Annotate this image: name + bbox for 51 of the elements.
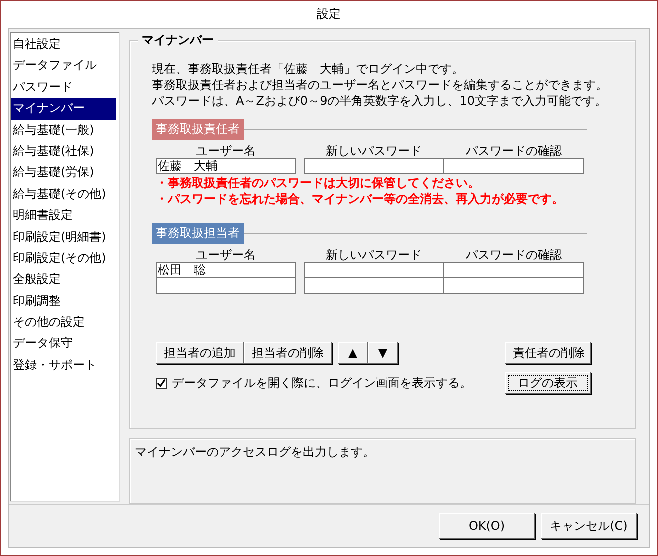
- column-header: ユーザー名: [195, 247, 257, 262]
- sidebar-item[interactable]: 給与基礎(一般): [11, 120, 119, 141]
- input-field[interactable]: [444, 262, 584, 278]
- sidebar-item[interactable]: 全般設定: [11, 269, 119, 291]
- section-title: 事務取扱担当者: [152, 223, 244, 244]
- input-field[interactable]: [444, 158, 584, 174]
- group-title: マイナンバー: [138, 32, 218, 49]
- input-field[interactable]: [304, 278, 444, 294]
- sidebar-item[interactable]: 給与基礎(労保): [11, 162, 119, 184]
- column-header: パスワードの確認: [465, 247, 563, 262]
- staff-button[interactable]: 担当者の削除: [244, 342, 332, 364]
- column-header: ユーザー名: [195, 143, 257, 158]
- dialog-button[interactable]: OK(O): [439, 513, 535, 539]
- info-text: 現在、事務取扱責任者「佐藤 大輔」でログイン中です。: [152, 61, 465, 77]
- warning-text: ・事務取扱責任者のパスワードは大切に保管してください。: [156, 175, 481, 191]
- input-field[interactable]: 松田 聡: [156, 262, 296, 278]
- sidebar-item[interactable]: 登録・サポート: [11, 354, 119, 376]
- sidebar-item[interactable]: 明細書設定: [11, 205, 119, 227]
- sidebar-item[interactable]: 印刷設定(その他): [11, 248, 119, 270]
- input-field[interactable]: 佐藤 大輔: [156, 158, 296, 174]
- sidebar-item[interactable]: マイナンバー: [11, 98, 116, 120]
- info-text: パスワードは、A～Zおよび0～9の半角英数字を入力し、10文字まで入力可能です。: [152, 93, 608, 109]
- input-field[interactable]: [304, 158, 444, 174]
- sidebar-item[interactable]: データファイル: [11, 55, 119, 77]
- column-header: 新しいパスワード: [325, 143, 423, 158]
- description-text: マイナンバーのアクセスログを出力します。: [135, 445, 375, 459]
- section-title: 事務取扱責任者: [152, 119, 244, 140]
- log-button[interactable]: ログの表示: [505, 372, 591, 394]
- sidebar-item[interactable]: その他の設定: [11, 312, 119, 334]
- sidebar-item[interactable]: 印刷調整: [11, 290, 119, 312]
- input-field[interactable]: [304, 262, 444, 278]
- sidebar-item[interactable]: パスワード: [11, 76, 119, 98]
- delete-button[interactable]: 責任者の削除: [505, 342, 591, 364]
- checkbox[interactable]: [156, 378, 167, 388]
- move-button[interactable]: ▲: [338, 342, 368, 364]
- column-header: 新しいパスワード: [325, 247, 423, 262]
- warning-text: ・パスワードを忘れた場合、マイナンバー等の全消去、再入力が必要です。: [156, 191, 565, 207]
- sidebar-item[interactable]: 給与基礎(社保): [11, 140, 119, 162]
- info-text: 事務取扱責任者および担当者のユーザー名とパスワードを編集することができます。: [152, 77, 609, 93]
- staff-button[interactable]: 担当者の追加: [156, 342, 244, 364]
- move-button[interactable]: ▼: [368, 342, 398, 364]
- checkbox-label: データファイルを開く際に、ログイン画面を表示する。: [172, 374, 472, 392]
- sidebar-item[interactable]: 自社設定: [11, 34, 119, 56]
- dialog-button[interactable]: キャンセル(C): [541, 513, 637, 539]
- column-header: パスワードの確認: [465, 143, 563, 158]
- sidebar-item[interactable]: 給与基礎(その他): [11, 184, 119, 206]
- window-title: 設定: [317, 6, 341, 23]
- input-field[interactable]: [156, 278, 296, 294]
- input-field[interactable]: [444, 278, 584, 294]
- sidebar-item[interactable]: 印刷設定(明細書): [11, 226, 119, 248]
- sidebar-item[interactable]: データ保守: [11, 333, 119, 355]
